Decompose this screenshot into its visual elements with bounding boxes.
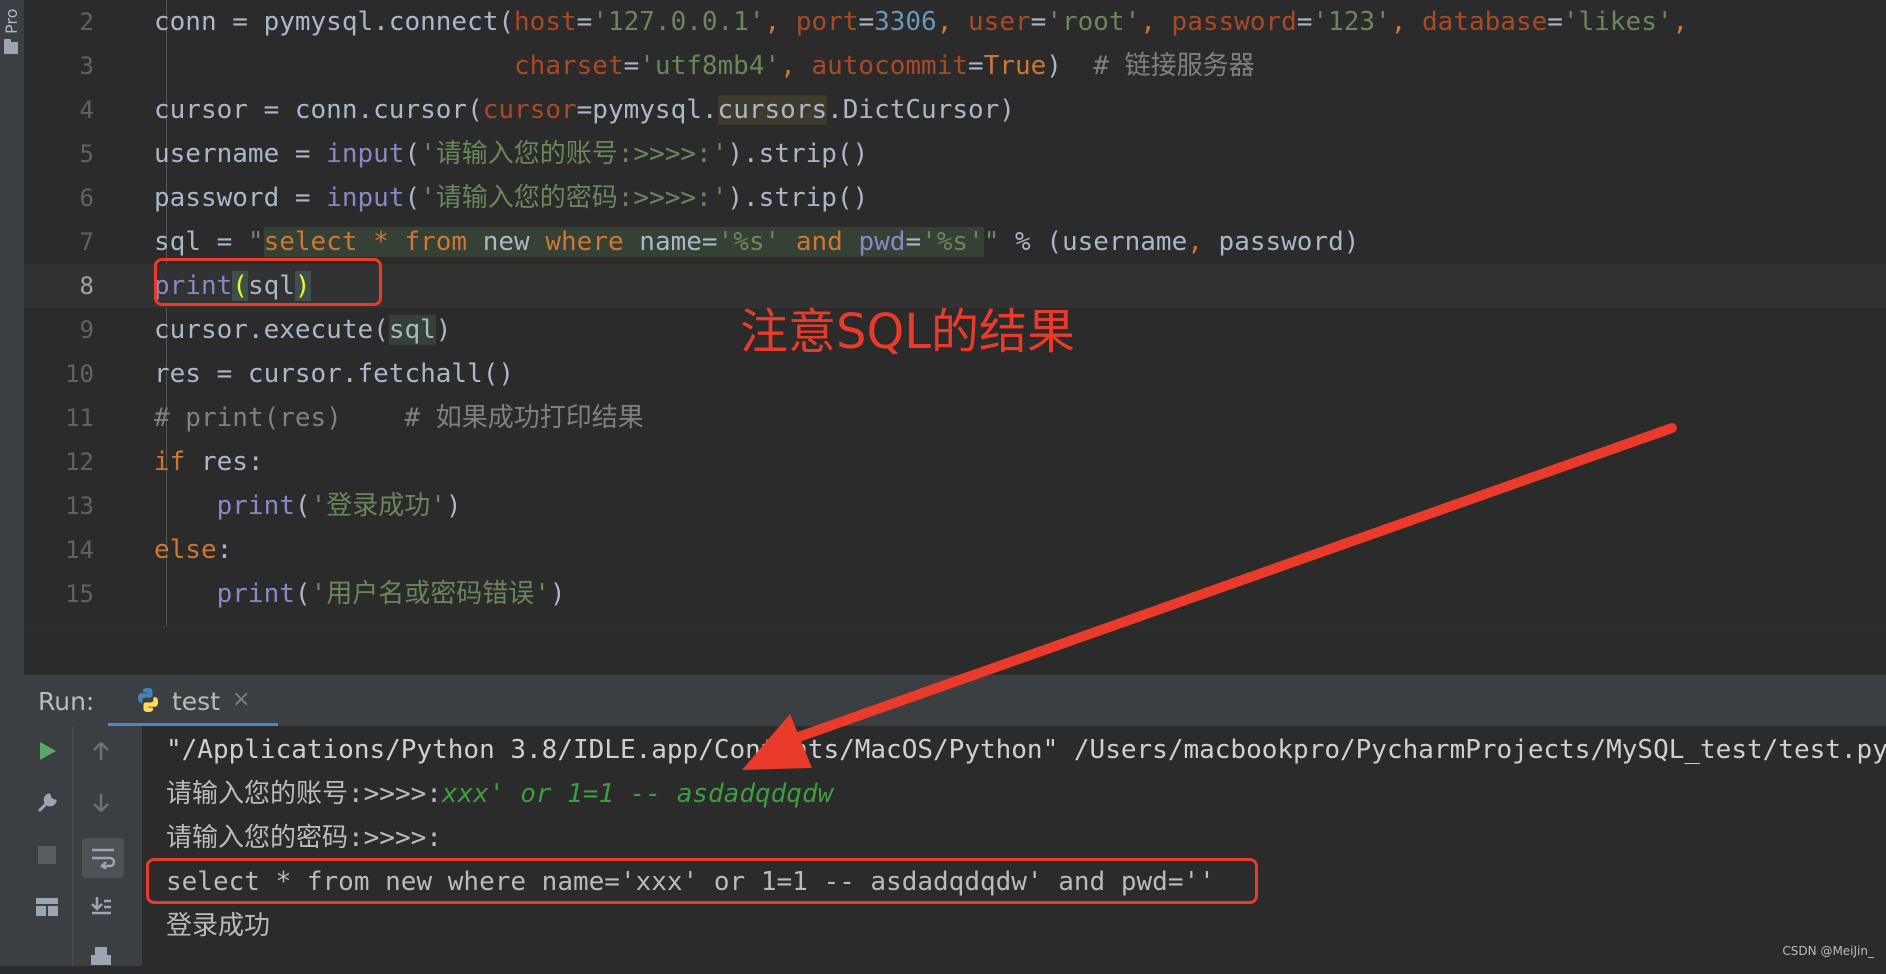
code-text: charset='utf8mb4', autocommit=True) # 链接… bbox=[514, 51, 1255, 81]
project-tool-strip[interactable]: Pro bbox=[0, 0, 25, 966]
console-command-line: "/Applications/Python 3.8/IDLE.app/Conte… bbox=[166, 735, 1886, 765]
code-text: username = input('请输入您的账号:>>>>:').strip(… bbox=[154, 139, 869, 169]
line-number: 9 bbox=[79, 316, 94, 344]
folder-icon bbox=[4, 39, 18, 54]
console-result: 登录成功 bbox=[166, 911, 271, 941]
run-panel-header: Run: test × bbox=[24, 674, 1886, 727]
code-text: password = input('请输入您的密码:>>>>:').strip(… bbox=[154, 183, 869, 213]
up-arrow-icon[interactable] bbox=[84, 734, 118, 768]
line-number: 11 bbox=[65, 404, 94, 432]
annotation-highlight-box bbox=[154, 258, 382, 306]
python-icon bbox=[138, 688, 158, 712]
annotation-highlight-box bbox=[146, 858, 1258, 904]
play-icon[interactable] bbox=[30, 734, 64, 768]
toolbar-separator bbox=[72, 726, 73, 966]
line-number: 2 bbox=[79, 8, 94, 36]
line-number: 4 bbox=[79, 96, 94, 124]
line-number: 15 bbox=[65, 580, 94, 608]
layout-icon[interactable] bbox=[30, 890, 64, 924]
code-text: print('用户名或密码错误') bbox=[216, 579, 566, 609]
print-icon[interactable] bbox=[84, 940, 118, 974]
line-number: 10 bbox=[65, 360, 94, 388]
run-label: Run: bbox=[38, 687, 95, 716]
run-tab-label[interactable]: test bbox=[172, 687, 220, 716]
code-text: if res: bbox=[154, 447, 264, 477]
line-number: 3 bbox=[79, 52, 94, 80]
run-toolbar bbox=[24, 726, 142, 966]
code-text: cursor = conn.cursor(cursor=pymysql.curs… bbox=[154, 95, 1015, 125]
console-output[interactable]: "/Applications/Python 3.8/IDLE.app/Conte… bbox=[142, 726, 1886, 966]
code-line[interactable]: 6 password = input('请输入您的密码:>>>>:').stri… bbox=[24, 176, 1886, 220]
code-line[interactable]: 3 charset='utf8mb4', autocommit=True) # … bbox=[24, 44, 1886, 88]
code-line[interactable]: 11 # print(res) # 如果成功打印结果 bbox=[24, 396, 1886, 440]
code-text: else: bbox=[154, 535, 233, 565]
stop-icon[interactable] bbox=[30, 838, 64, 872]
line-number: 8 bbox=[79, 272, 94, 300]
down-arrow-icon[interactable] bbox=[84, 786, 118, 820]
wrench-icon[interactable] bbox=[30, 786, 64, 820]
line-number: 14 bbox=[65, 536, 94, 564]
code-text: # print(res) # 如果成功打印结果 bbox=[154, 403, 644, 433]
console-line: 请输入您的账号:>>>>:xxx' or 1=1 -- asdadqdqdw bbox=[166, 772, 833, 816]
code-text: res = cursor.fetchall() bbox=[154, 359, 515, 389]
line-number: 13 bbox=[65, 492, 94, 520]
code-line[interactable]: 12 if res: bbox=[24, 440, 1886, 484]
line-number: 5 bbox=[79, 140, 94, 168]
code-line[interactable]: 2 conn = pymysql.connect(host='127.0.0.1… bbox=[24, 0, 1886, 44]
console-user-input: xxx' or 1=1 -- asdadqdqdw bbox=[441, 779, 834, 809]
soft-wrap-icon[interactable] bbox=[82, 838, 124, 878]
code-line[interactable]: 4 cursor = conn.cursor(cursor=pymysql.cu… bbox=[24, 88, 1886, 132]
code-text: conn = pymysql.connect(host='127.0.0.1',… bbox=[154, 7, 1689, 37]
close-icon[interactable]: × bbox=[232, 687, 250, 712]
code-line[interactable]: 13 print('登录成功') bbox=[24, 484, 1886, 528]
console-prompt: 请输入您的账号:>>>>: bbox=[166, 779, 442, 809]
line-number: 12 bbox=[65, 448, 94, 476]
watermark: CSDN @MeiJin_ bbox=[1782, 944, 1874, 958]
code-text: cursor.execute(sql) bbox=[154, 315, 452, 345]
code-line[interactable]: 14 else: bbox=[24, 528, 1886, 572]
code-line[interactable]: 15 print('用户名或密码错误') bbox=[24, 572, 1886, 616]
code-text: print('登录成功') bbox=[216, 491, 462, 521]
editor-bottom-bar bbox=[24, 626, 1886, 675]
line-number: 6 bbox=[79, 184, 94, 212]
scroll-to-end-icon[interactable] bbox=[84, 890, 118, 924]
project-tool-label[interactable]: Pro bbox=[2, 0, 21, 34]
annotation-text: 注意SQL的结果 bbox=[740, 304, 1075, 360]
console-prompt: 请输入您的密码:>>>>: bbox=[166, 823, 442, 853]
line-number: 7 bbox=[79, 228, 94, 256]
code-line[interactable]: 5 username = input('请输入您的账号:>>>>:').stri… bbox=[24, 132, 1886, 176]
